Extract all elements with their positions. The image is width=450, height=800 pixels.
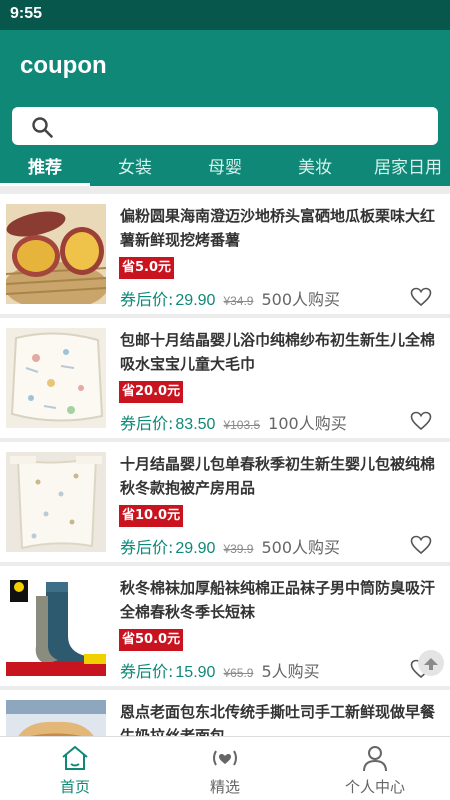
original-price: ¥103.5	[223, 418, 261, 432]
price-label: 券后价:	[120, 414, 174, 433]
price-row: 券后价: 29.90 ¥39.9 500人购买	[120, 534, 440, 557]
favorite-heart-icon[interactable]	[410, 535, 432, 555]
search-input[interactable]	[12, 107, 438, 145]
arrow-up-icon	[424, 658, 438, 670]
product-image-socks[interactable]	[6, 576, 106, 676]
nav-profile-label: 个人中心	[344, 778, 405, 796]
search-area	[0, 102, 450, 152]
price-label: 券后价:	[120, 538, 174, 557]
nav-home[interactable]: 首页	[0, 737, 150, 800]
status-time: 9:55	[10, 5, 43, 22]
save-badge: 省20.0元	[119, 381, 184, 403]
tab-mother-baby[interactable]: 母婴	[180, 152, 270, 186]
save-badge: 省50.0元	[119, 629, 184, 651]
coupon-price: 83.50	[175, 416, 216, 433]
coupon-price: 15.90	[175, 664, 216, 681]
product-name[interactable]: 秋冬棉袜加厚船袜纯棉正品袜子男中筒防臭吸汗全棉春秋冬季长短袜	[120, 576, 438, 624]
nav-profile[interactable]: 个人中心	[300, 737, 450, 800]
product-image-baby-towel[interactable]	[6, 328, 106, 428]
price-row: 券后价: 29.90 ¥34.9 500人购买	[120, 286, 440, 309]
person-icon	[363, 746, 387, 772]
favorite-heart-icon[interactable]	[410, 287, 432, 307]
home-icon	[62, 745, 88, 770]
broadcast-heart-icon	[213, 750, 237, 766]
product-card[interactable]: 偏粉圆果海南澄迈沙地桥头富硒地瓜板栗味大红薯新鲜现挖烤番薯 省5.0元 券后价:…	[0, 194, 450, 314]
product-name[interactable]: 十月结晶婴儿包单春秋季初生新生婴儿包被纯棉秋冬款抱被产房用品	[120, 452, 438, 500]
original-price: ¥65.9	[223, 666, 254, 680]
sold-count: 500人购买	[261, 290, 341, 309]
coupon-price: 29.90	[175, 540, 216, 557]
product-card[interactable]: 包邮十月结晶婴儿浴巾纯棉纱布初生新生儿全棉吸水宝宝儿童大毛巾 省20.0元 券后…	[0, 318, 450, 438]
product-image-bread[interactable]	[6, 700, 106, 736]
product-card[interactable]: 恩点老面包东北传统手撕吐司手工新鲜现做早餐牛奶拉丝老面包	[0, 690, 450, 736]
nav-home-label: 首页	[59, 778, 90, 796]
favorite-heart-icon[interactable]	[410, 411, 432, 431]
search-icon[interactable]	[30, 115, 54, 139]
bottom-nav: 首页 精选 个人中心	[0, 736, 450, 800]
price-label: 券后价:	[120, 662, 174, 681]
app-title: coupon	[20, 52, 107, 79]
tab-womens-clothing[interactable]: 女装	[90, 152, 180, 186]
app-bar: coupon	[0, 30, 450, 102]
nav-featured[interactable]: 精选	[150, 737, 300, 800]
product-name[interactable]: 包邮十月结晶婴儿浴巾纯棉纱布初生新生儿全棉吸水宝宝儿童大毛巾	[120, 328, 438, 376]
tab-home-goods[interactable]: 居家日用	[360, 152, 450, 186]
product-image-baby-blanket[interactable]	[6, 452, 106, 552]
product-name[interactable]: 恩点老面包东北传统手撕吐司手工新鲜现做早餐牛奶拉丝老面包	[120, 700, 438, 736]
back-to-top-button[interactable]	[418, 650, 444, 676]
tab-beauty[interactable]: 美妆	[270, 152, 360, 186]
price-row: 券后价: 15.90 ¥65.9 5人购买	[120, 658, 440, 681]
product-name[interactable]: 偏粉圆果海南澄迈沙地桥头富硒地瓜板栗味大红薯新鲜现挖烤番薯	[120, 204, 438, 252]
save-badge: 省5.0元	[119, 257, 175, 279]
product-image-sweet-potato[interactable]	[6, 204, 106, 304]
price-label: 券后价:	[120, 290, 174, 309]
product-card[interactable]: 十月结晶婴儿包单春秋季初生新生婴儿包被纯棉秋冬款抱被产房用品 省10.0元 券后…	[0, 442, 450, 562]
original-price: ¥34.9	[223, 294, 254, 308]
nav-featured-label: 精选	[209, 778, 240, 796]
tab-recommend[interactable]: 推荐	[0, 152, 90, 186]
status-bar: 9:55	[0, 0, 450, 30]
original-price: ¥39.9	[223, 542, 254, 556]
sold-count: 5人购买	[261, 662, 320, 681]
category-tabs: 推荐 女装 母婴 美妆 居家日用	[0, 152, 450, 186]
sold-count: 500人购买	[261, 538, 341, 557]
product-card[interactable]: 秋冬棉袜加厚船袜纯棉正品袜子男中筒防臭吸汗全棉春秋冬季长短袜 省50.0元 券后…	[0, 566, 450, 686]
product-list[interactable]: 偏粉圆果海南澄迈沙地桥头富硒地瓜板栗味大红薯新鲜现挖烤番薯 省5.0元 券后价:…	[0, 188, 450, 736]
coupon-price: 29.90	[175, 292, 216, 309]
price-row: 券后价: 83.50 ¥103.5 100人购买	[120, 410, 440, 433]
save-badge: 省10.0元	[119, 505, 184, 527]
sold-count: 100人购买	[268, 414, 347, 433]
